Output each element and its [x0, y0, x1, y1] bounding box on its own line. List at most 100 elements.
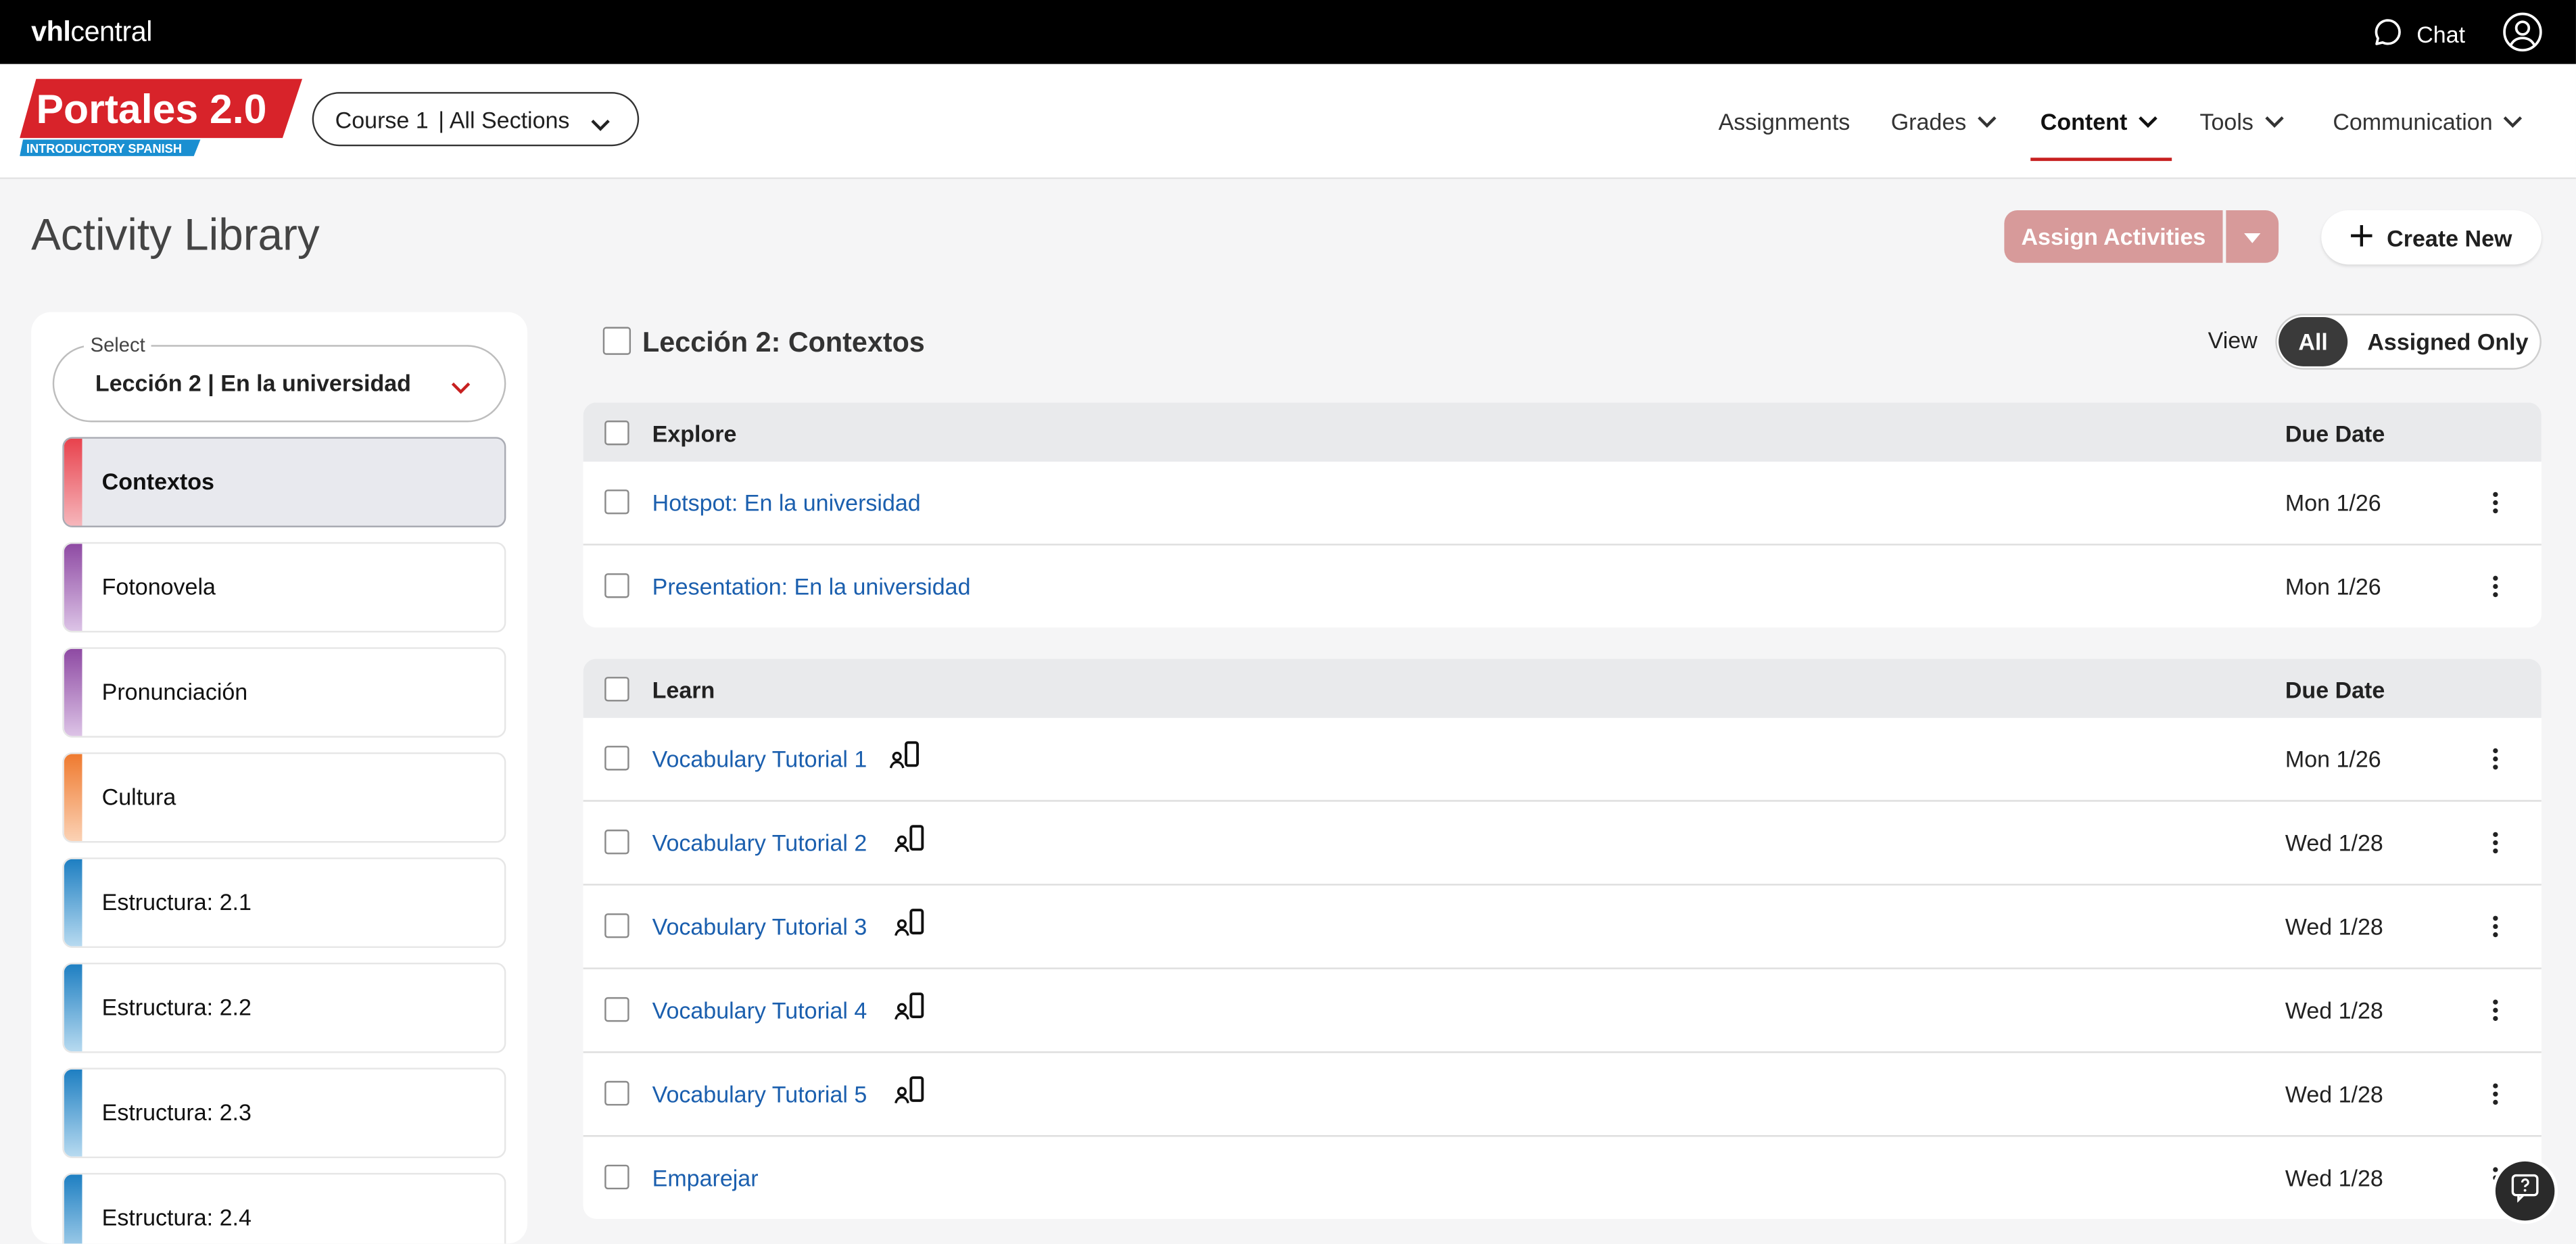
- chevron-down-icon: [2264, 107, 2285, 134]
- chevron-down-icon: [590, 112, 611, 138]
- due-date: Mon 1/26: [2285, 573, 2381, 600]
- more-options-icon[interactable]: [2489, 573, 2502, 608]
- assign-activities-button[interactable]: Assign Activities: [2004, 210, 2223, 263]
- mobile-ready-icon: [889, 741, 922, 779]
- course-section: | All Sections: [438, 105, 570, 133]
- more-options-icon[interactable]: [2489, 1081, 2502, 1116]
- caret-down-icon: [2244, 222, 2261, 252]
- due-date: Mon 1/26: [2285, 489, 2381, 516]
- due-date: Mon 1/26: [2285, 746, 2381, 773]
- activity-link[interactable]: Presentation: En la universidad: [652, 573, 971, 600]
- view-all-option[interactable]: All: [2279, 316, 2348, 366]
- due-date: Wed 1/28: [2285, 1080, 2383, 1107]
- mobile-ready-icon: [894, 825, 927, 863]
- sidebar-item-fotonovela[interactable]: Fotonovela: [62, 542, 506, 633]
- sidebar-item-label: Pronunciación: [101, 678, 248, 705]
- nav-content[interactable]: Content: [2030, 64, 2172, 178]
- due-date: Wed 1/28: [2285, 830, 2383, 856]
- sidebar-item-contextos[interactable]: Contextos: [62, 437, 506, 527]
- top-bar: vhlcentral Chat: [0, 0, 2576, 64]
- sidebar-item-label: Contextos: [101, 468, 214, 495]
- more-options-icon[interactable]: [2489, 997, 2502, 1032]
- lesson-select[interactable]: Select Lección 2 | En la universidad: [52, 333, 506, 423]
- chevron-down-icon: [2502, 107, 2524, 134]
- nav-assignments[interactable]: Assignments: [1719, 64, 1851, 178]
- section-color-bar: [64, 1174, 82, 1244]
- activity-link[interactable]: Vocabulary Tutorial 3: [652, 913, 867, 940]
- group-select-checkbox[interactable]: [604, 421, 629, 446]
- header: Portales 2.0 INTRODUCTORY SPANISH Course…: [0, 64, 2576, 179]
- sidebar-item-estructura-2-1[interactable]: Estructura: 2.1: [62, 857, 506, 948]
- sidebar-item-label: Estructura: 2.3: [101, 1099, 252, 1126]
- sidebar-item-pronunciaci-n[interactable]: Pronunciación: [62, 647, 506, 738]
- activity-link[interactable]: Emparejar: [652, 1165, 759, 1191]
- activity-link[interactable]: Vocabulary Tutorial 2: [652, 830, 867, 856]
- create-new-label: Create New: [2387, 224, 2512, 251]
- select-legend: Select: [83, 333, 152, 357]
- sidebar-item-estructura-2-4[interactable]: Estructura: 2.4: [62, 1172, 506, 1244]
- chevron-down-icon: [450, 375, 472, 404]
- activity-row: Presentation: En la universidad Mon 1/26: [583, 544, 2542, 627]
- sidebar-item-estructura-2-2[interactable]: Estructura: 2.2: [62, 962, 506, 1053]
- section-color-bar: [64, 859, 82, 947]
- mobile-ready-icon: [894, 909, 927, 947]
- help-question-icon: [2510, 1172, 2540, 1210]
- due-date: Wed 1/28: [2285, 997, 2383, 1024]
- activity-row: Vocabulary Tutorial 3 Wed 1/28: [583, 884, 2542, 967]
- activity-row: Hotspot: En la universidad Mon 1/26: [583, 462, 2542, 544]
- nav-communication[interactable]: Communication: [2333, 64, 2524, 178]
- section-color-bar: [64, 648, 82, 736]
- chevron-down-icon: [1976, 107, 1998, 134]
- group-header: Explore Due Date: [583, 402, 2542, 462]
- activity-group-learn: Learn Due Date Vocabulary Tutorial 1 Mon …: [583, 659, 2542, 1219]
- activity-link[interactable]: Vocabulary Tutorial 5: [652, 1081, 867, 1107]
- group-header: Learn Due Date: [583, 659, 2542, 718]
- sidebar-item-cultura[interactable]: Cultura: [62, 752, 506, 843]
- svg-text:Portales 2.0: Portales 2.0: [36, 86, 266, 132]
- activity-checkbox[interactable]: [604, 830, 629, 855]
- chevron-down-icon: [2137, 107, 2159, 134]
- section-color-bar: [64, 964, 82, 1052]
- create-new-button[interactable]: Create New: [2321, 210, 2542, 265]
- activity-checkbox[interactable]: [604, 746, 629, 771]
- lesson-select-all-checkbox[interactable]: [602, 327, 631, 355]
- activity-checkbox[interactable]: [604, 913, 629, 938]
- course-selector[interactable]: Course 1 | All Sections: [312, 92, 640, 147]
- assign-options-dropdown[interactable]: [2226, 210, 2279, 263]
- user-account-icon[interactable]: [2502, 11, 2544, 61]
- portales-logo[interactable]: Portales 2.0 INTRODUCTORY SPANISH: [20, 78, 303, 158]
- mobile-ready-icon: [894, 1076, 927, 1114]
- activity-link[interactable]: Vocabulary Tutorial 1: [652, 746, 867, 772]
- activity-checkbox[interactable]: [604, 1164, 629, 1190]
- nav-grades[interactable]: Grades: [1891, 64, 1998, 178]
- sidebar-item-label: Cultura: [101, 784, 176, 810]
- page-title: Activity Library: [31, 210, 320, 260]
- activity-checkbox[interactable]: [604, 489, 629, 515]
- due-date-header: Due Date: [2285, 677, 2385, 703]
- more-options-icon[interactable]: [2489, 913, 2502, 948]
- chat-button[interactable]: Chat: [2372, 16, 2465, 52]
- view-toggle: All Assigned Only: [2275, 314, 2542, 370]
- nav-tools[interactable]: Tools: [2200, 64, 2285, 178]
- activity-link[interactable]: Hotspot: En la universidad: [652, 489, 921, 516]
- more-options-icon[interactable]: [2489, 489, 2502, 524]
- plus-icon: [2350, 224, 2372, 251]
- activity-checkbox[interactable]: [604, 573, 629, 598]
- activity-row: Vocabulary Tutorial 4 Wed 1/28: [583, 967, 2542, 1051]
- lesson-title: Lección 2: Contextos: [642, 327, 925, 358]
- more-options-icon[interactable]: [2489, 746, 2502, 780]
- sidebar-item-label: Fotonovela: [101, 573, 216, 600]
- activity-checkbox[interactable]: [604, 1080, 629, 1106]
- activity-checkbox[interactable]: [604, 997, 629, 1022]
- chat-bubble-icon: [2372, 16, 2404, 52]
- vhl-central-logo[interactable]: vhlcentral: [31, 16, 152, 49]
- more-options-icon[interactable]: [2489, 830, 2502, 864]
- sidebar-item-estructura-2-3[interactable]: Estructura: 2.3: [62, 1068, 506, 1159]
- view-assigned-only-option[interactable]: Assigned Only: [2367, 329, 2528, 355]
- group-select-checkbox[interactable]: [604, 677, 629, 702]
- activity-link[interactable]: Vocabulary Tutorial 4: [652, 997, 867, 1024]
- due-date: Wed 1/28: [2285, 913, 2383, 940]
- mobile-ready-icon: [894, 992, 927, 1030]
- help-chat-button[interactable]: [2495, 1161, 2555, 1221]
- section-color-bar: [64, 438, 82, 526]
